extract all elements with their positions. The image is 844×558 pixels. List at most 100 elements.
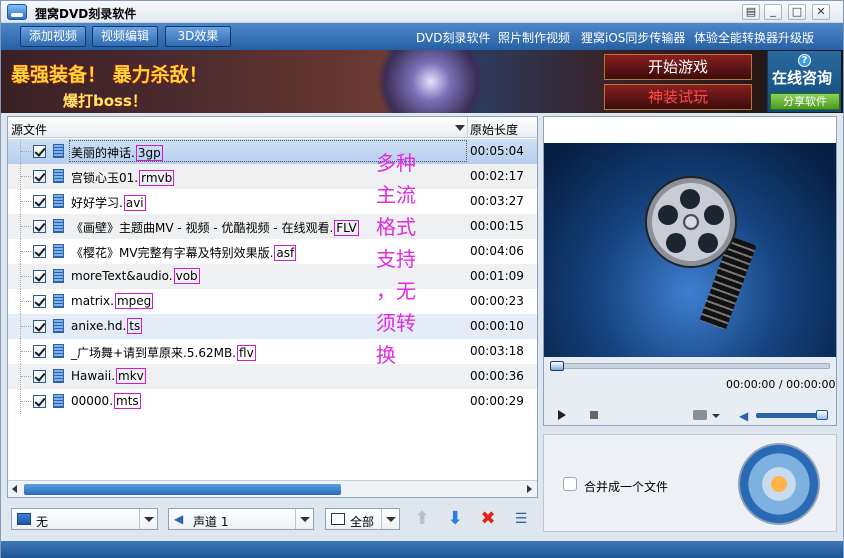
horizontal-scrollbar[interactable] bbox=[8, 480, 537, 497]
table-row[interactable]: anixe.hd. ts 00:00:10 bbox=[8, 314, 537, 339]
3d-effect-button[interactable]: 3D效果 bbox=[165, 26, 231, 47]
sort-arrow-icon[interactable] bbox=[455, 125, 465, 131]
merge-checkbox[interactable] bbox=[563, 477, 577, 491]
file-name: _广场舞+请到草原来.5.62MB. flv bbox=[71, 345, 256, 361]
column-source[interactable]: 源文件 bbox=[11, 121, 47, 138]
table-row[interactable]: 《画壁》主题曲MV - 视频 - 优酷视频 - 在线观看. FLV 00:00:15 bbox=[8, 214, 537, 239]
table-row[interactable]: 宫锁心玉01. rmvb 00:02:17 bbox=[8, 164, 537, 189]
row-checkbox[interactable] bbox=[33, 245, 46, 258]
time-display: 00:00:00 / 00:00:00 bbox=[726, 378, 836, 391]
row-checkbox[interactable] bbox=[33, 270, 46, 283]
seek-bar[interactable] bbox=[550, 361, 830, 371]
film-icon bbox=[53, 369, 64, 383]
film-icon bbox=[53, 194, 64, 208]
film-icon bbox=[53, 244, 64, 258]
stop-icon[interactable] bbox=[590, 411, 598, 419]
table-row[interactable]: _广场舞+请到草原来.5.62MB. flv 00:03:18 bbox=[8, 339, 537, 364]
file-duration: 00:02:17 bbox=[470, 169, 524, 183]
volume-handle[interactable] bbox=[816, 410, 828, 420]
format-annotation: 多种 主流 格式 支持 ，无 须转换 bbox=[376, 148, 416, 372]
chevron-down-icon[interactable] bbox=[139, 509, 157, 529]
scroll-right-icon[interactable] bbox=[527, 485, 532, 493]
file-basename: anixe.hd bbox=[71, 319, 123, 333]
scope-select[interactable]: 全部 bbox=[325, 508, 400, 530]
tree-line bbox=[20, 289, 32, 314]
row-checkbox[interactable] bbox=[33, 170, 46, 183]
menu-icon[interactable]: ▤ bbox=[742, 4, 760, 20]
move-up-icon[interactable]: ⬆ bbox=[410, 508, 434, 530]
file-basename: 《画壁》主题曲MV - 视频 - 优酷视频 - 在线观看 bbox=[71, 221, 330, 235]
film-icon bbox=[53, 169, 64, 183]
row-checkbox[interactable] bbox=[33, 370, 46, 383]
scroll-left-icon[interactable] bbox=[12, 485, 17, 493]
film-icon bbox=[53, 394, 64, 408]
file-extension: FLV bbox=[334, 220, 359, 236]
row-checkbox[interactable] bbox=[33, 145, 46, 158]
ad-banner[interactable]: 暴强装备！ 暴力杀敌！ 爆打boss！ 开始游戏 神装试玩 bbox=[1, 50, 843, 113]
file-list[interactable]: 源文件 原始长度 美丽的神话. 3gp 00:05:04 宫锁心玉01. rmvb 00:… bbox=[7, 116, 538, 498]
file-extension: vob bbox=[173, 268, 200, 284]
volume-slider[interactable] bbox=[756, 410, 828, 420]
table-row[interactable]: matrix. mpeg 00:00:23 bbox=[8, 289, 537, 314]
chevron-down-icon[interactable] bbox=[295, 509, 313, 529]
delete-icon[interactable]: ✖ bbox=[476, 508, 500, 530]
link-converter-upgrade[interactable]: 体验全能转换器升级版 bbox=[694, 29, 814, 46]
column-divider bbox=[467, 117, 468, 138]
video-screen[interactable] bbox=[544, 143, 836, 357]
maximize-button[interactable]: □ bbox=[788, 4, 806, 20]
tree-line bbox=[20, 164, 32, 189]
move-down-icon[interactable]: ⬇ bbox=[443, 508, 467, 530]
online-consult-label: 在线咨询 bbox=[772, 69, 833, 87]
snapshot-icon[interactable] bbox=[693, 410, 707, 420]
row-checkbox[interactable] bbox=[33, 395, 46, 408]
film-reel-icon bbox=[647, 178, 735, 266]
app-window: 狸窝DVD刻录软件 ▤ _ □ ✕ 添加视频 视频编辑 3D效果 DVD刻录软件… bbox=[0, 0, 844, 558]
play-icon[interactable] bbox=[558, 410, 566, 420]
film-icon bbox=[53, 319, 64, 333]
annotation-line: 支持 bbox=[376, 247, 416, 271]
row-checkbox[interactable] bbox=[33, 195, 46, 208]
seek-handle[interactable] bbox=[550, 361, 564, 371]
annotation-line: 须转 bbox=[376, 311, 416, 335]
audio-track-select[interactable]: ◀ 声道 1 bbox=[168, 508, 314, 530]
file-name: 00000. mts bbox=[71, 393, 141, 409]
table-row[interactable]: 《樱花》MV完整有字幕及特别效果版. asf 00:04:06 bbox=[8, 239, 537, 264]
column-duration[interactable]: 原始长度 bbox=[470, 121, 518, 138]
row-checkbox[interactable] bbox=[33, 295, 46, 308]
burn-disc-button[interactable] bbox=[738, 443, 820, 525]
subtitle-value: 无 bbox=[36, 515, 49, 529]
share-software-button[interactable]: 分享软件 bbox=[770, 93, 840, 110]
link-photo-video[interactable]: 照片制作视频 bbox=[498, 29, 570, 46]
chevron-down-icon[interactable] bbox=[712, 414, 720, 418]
table-row[interactable]: Hawaii. mkv 00:00:36 bbox=[8, 364, 537, 389]
annotation-line: 换 bbox=[376, 343, 396, 367]
table-row[interactable]: 好好学习. avi 00:03:27 bbox=[8, 189, 537, 214]
row-checkbox[interactable] bbox=[33, 320, 46, 333]
clear-list-icon[interactable]: ☰ bbox=[509, 508, 533, 530]
online-consult-panel[interactable]: ? 在线咨询 分享软件 bbox=[767, 51, 841, 112]
merge-label[interactable]: 合并成一个文件 bbox=[584, 478, 668, 495]
table-row[interactable]: 美丽的神话. 3gp 00:05:04 bbox=[8, 139, 537, 164]
link-dvd-burner[interactable]: DVD刻录软件 bbox=[416, 29, 490, 46]
file-duration: 00:03:27 bbox=[470, 194, 524, 208]
volume-icon[interactable]: ◀ bbox=[739, 409, 748, 423]
edit-video-button[interactable]: 视频编辑 bbox=[92, 26, 158, 47]
tree-line bbox=[20, 239, 32, 264]
row-checkbox[interactable] bbox=[33, 220, 46, 233]
equip-trial-button[interactable]: 神装试玩 bbox=[604, 84, 752, 110]
row-checkbox[interactable] bbox=[33, 345, 46, 358]
scroll-thumb[interactable] bbox=[24, 484, 341, 495]
link-ios-transfer[interactable]: 狸窝iOS同步传输器 bbox=[581, 29, 685, 46]
film-icon bbox=[53, 294, 64, 308]
start-game-button[interactable]: 开始游戏 bbox=[604, 54, 752, 80]
add-video-button[interactable]: 添加视频 bbox=[20, 26, 86, 47]
table-row[interactable]: moreText&audio. vob 00:01:09 bbox=[8, 264, 537, 289]
close-button[interactable]: ✕ bbox=[812, 4, 830, 20]
minimize-button[interactable]: _ bbox=[764, 4, 782, 20]
speaker-icon: ◀ bbox=[174, 512, 184, 526]
toolbar: 添加视频 视频编辑 3D效果 DVD刻录软件 照片制作视频 狸窝iOS同步传输器… bbox=[1, 23, 843, 50]
table-row[interactable]: 00000. mts 00:00:29 bbox=[8, 389, 537, 414]
subtitle-select[interactable]: 无 bbox=[11, 508, 158, 530]
tree-line bbox=[20, 189, 32, 214]
chevron-down-icon[interactable] bbox=[381, 509, 399, 529]
